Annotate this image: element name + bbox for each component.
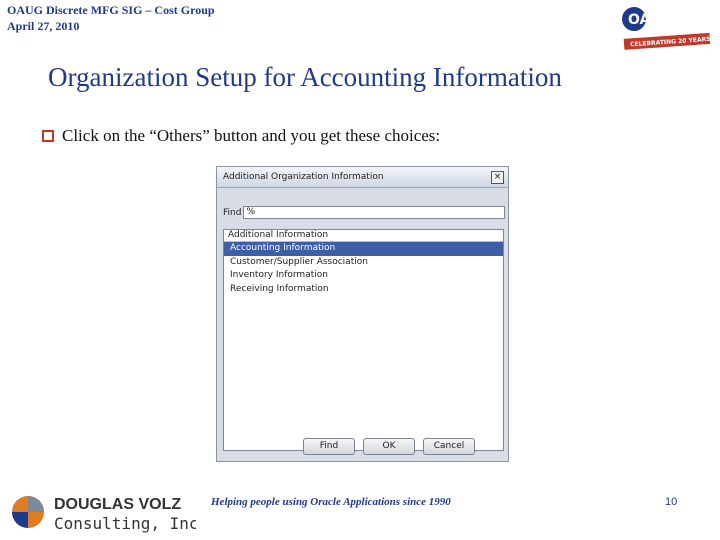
- find-row: Find %: [223, 206, 506, 219]
- list-item-inventory[interactable]: Inventory Information: [224, 269, 503, 283]
- ok-button[interactable]: OK: [363, 438, 415, 455]
- additional-org-info-dialog: Additional Organization Information × Fi…: [216, 166, 509, 462]
- find-button[interactable]: Find: [303, 438, 355, 455]
- footer-tagline: Helping people using Oracle Applications…: [211, 496, 451, 508]
- header-line-2: April 27, 2010: [7, 19, 80, 33]
- slide-title: Organization Setup for Accounting Inform…: [48, 62, 562, 92]
- dialog-title: Additional Organization Information: [223, 172, 384, 182]
- list-item-receiving[interactable]: Receiving Information: [224, 283, 503, 297]
- cancel-button[interactable]: Cancel: [423, 438, 475, 455]
- info-list: Additional Information Accounting Inform…: [223, 229, 504, 451]
- find-label: Find: [223, 207, 242, 218]
- svg-text:OAUG: OAUG: [628, 12, 673, 28]
- list-item-accounting[interactable]: Accounting Information: [224, 242, 503, 256]
- list-item-customer-supplier[interactable]: Customer/Supplier Association: [224, 256, 503, 270]
- square-bullet-icon: [42, 130, 54, 142]
- svg-text:Consulting, Inc.: Consulting, Inc.: [54, 514, 196, 533]
- header-line-1: OAUG Discrete MFG SIG – Cost Group: [7, 3, 215, 17]
- page-number: 10: [665, 496, 678, 508]
- bullet-text: Click on the “Others” button and you get…: [62, 126, 441, 145]
- bullet-item: Click on the “Others” button and you get…: [42, 126, 440, 146]
- list-column-header: Additional Information: [224, 230, 503, 242]
- slide-header: OAUG Discrete MFG SIG – Cost Group April…: [7, 2, 215, 34]
- close-icon[interactable]: ×: [491, 171, 504, 184]
- dialog-titlebar: Additional Organization Information ×: [217, 167, 508, 188]
- douglas-volz-logo: DOUGLAS VOLZ Consulting, Inc.: [12, 496, 196, 533]
- svg-text:DOUGLAS VOLZ: DOUGLAS VOLZ: [54, 496, 181, 513]
- oaug-logo: OAUG CELEBRATING 20 YEARS: [622, 7, 711, 50]
- dialog-buttons: Find OK Cancel: [303, 438, 475, 455]
- find-input[interactable]: %: [243, 206, 506, 219]
